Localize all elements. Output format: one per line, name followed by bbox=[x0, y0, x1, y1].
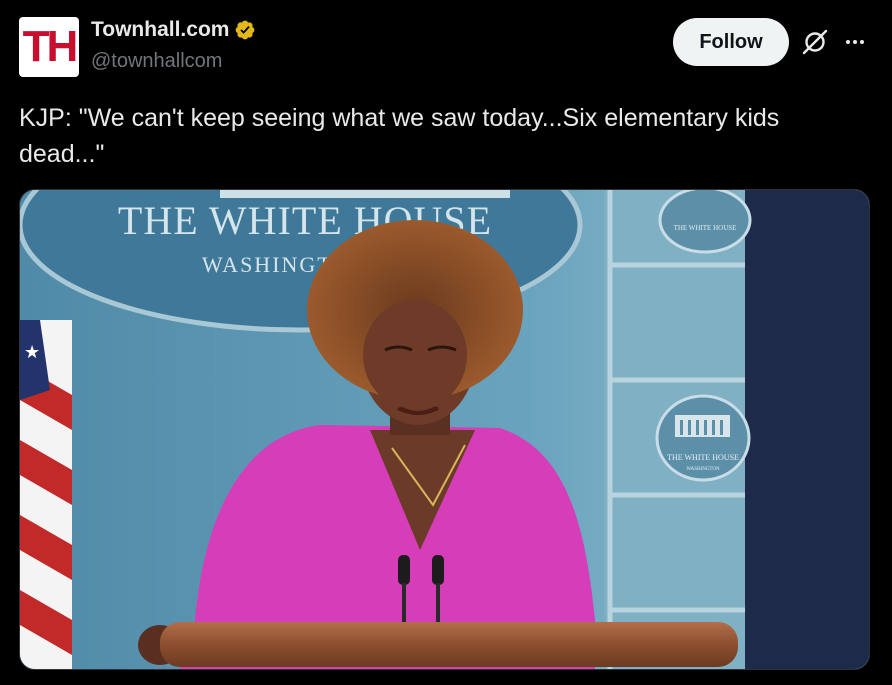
avatar-logo-text: TH bbox=[22, 22, 79, 71]
verified-badge-icon bbox=[236, 20, 255, 40]
small-seal-text-top: THE WHITE HOUSE bbox=[674, 224, 737, 232]
small-seal-text-mid: THE WHITE HOUSE bbox=[667, 453, 739, 462]
podium bbox=[160, 622, 738, 667]
video-frame: THE WHITE HOUSE THE WHITE HOUSE WASHINGT… bbox=[20, 190, 869, 669]
author-handle[interactable]: @townhallcom bbox=[91, 50, 222, 73]
video-media[interactable]: THE WHITE HOUSE THE WHITE HOUSE WASHINGT… bbox=[19, 189, 870, 670]
svg-text:★: ★ bbox=[24, 342, 40, 362]
avatar[interactable]: TH bbox=[19, 17, 79, 77]
grok-icon[interactable] bbox=[801, 28, 829, 56]
author-name-row: Townhall.com bbox=[91, 18, 256, 42]
tweet-text: KJP: "We can't keep seeing what we saw t… bbox=[19, 104, 780, 168]
author-display-name[interactable]: Townhall.com bbox=[91, 18, 229, 42]
small-seal-sub-mid: WASHINGTON bbox=[686, 467, 720, 472]
american-flag: ★ bbox=[20, 320, 72, 669]
more-icon[interactable] bbox=[843, 30, 867, 54]
follow-button[interactable]: Follow bbox=[673, 18, 789, 66]
